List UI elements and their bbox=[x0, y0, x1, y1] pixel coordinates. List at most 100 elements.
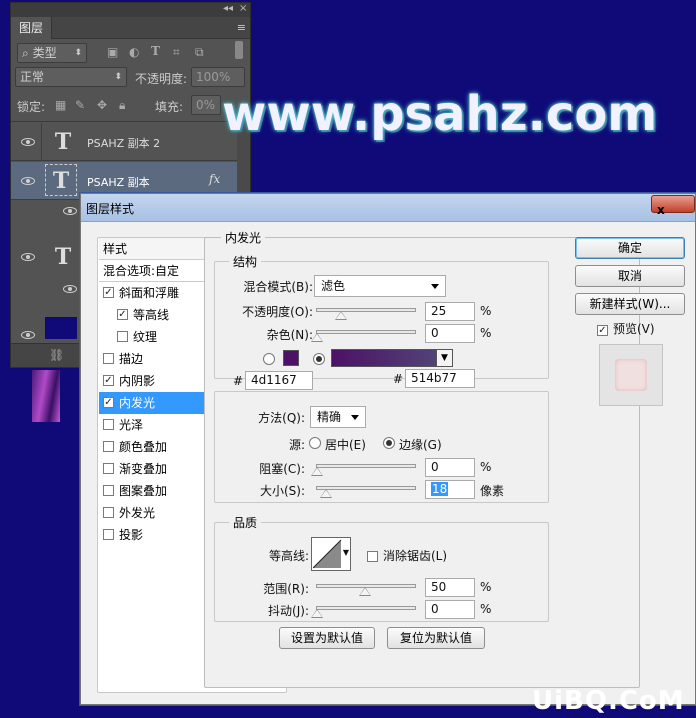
opacity-slider-knob[interactable] bbox=[335, 311, 347, 320]
color-hex-input[interactable]: 4d1167 bbox=[245, 371, 313, 390]
smartobject-filter-icon[interactable]: ⧉ bbox=[195, 45, 204, 60]
visibility-eye-icon[interactable] bbox=[21, 331, 35, 339]
style-item-label: 外发光 bbox=[119, 506, 156, 520]
jitter-slider-knob[interactable] bbox=[311, 609, 323, 618]
opacity-label: 不透明度(O): bbox=[242, 305, 313, 319]
gradient-radio[interactable] bbox=[313, 353, 325, 365]
glow-color-swatch[interactable] bbox=[283, 350, 299, 366]
close-panel-icon[interactable]: × bbox=[239, 3, 247, 14]
fx-icon[interactable]: fx bbox=[209, 172, 220, 186]
source-label: 源: bbox=[288, 438, 305, 452]
contour-picker[interactable]: ▼ bbox=[311, 537, 351, 571]
style-item-label: 纹理 bbox=[133, 330, 158, 344]
lock-paint-icon[interactable]: ✎ bbox=[75, 98, 85, 112]
style-checkbox[interactable] bbox=[103, 353, 114, 364]
style-item-label: 颜色叠加 bbox=[119, 440, 168, 454]
size-value: 18 bbox=[431, 482, 449, 496]
choke-slider-knob[interactable] bbox=[311, 467, 323, 476]
lock-all-icon[interactable]: 🔒︎ bbox=[119, 98, 125, 113]
reset-default-button[interactable]: 复位为默认值 bbox=[387, 627, 485, 649]
layer-filter-select[interactable]: ⌕ 类型 ⬍ bbox=[17, 43, 87, 63]
visibility-eye-icon[interactable] bbox=[21, 177, 35, 185]
filter-toggle[interactable] bbox=[235, 41, 243, 59]
blend-mode-value: 滤色 bbox=[321, 279, 346, 293]
noise-input[interactable]: 0 bbox=[425, 324, 475, 343]
make-default-button[interactable]: 设置为默认值 bbox=[279, 627, 375, 649]
fill-input[interactable]: 0% bbox=[191, 95, 221, 115]
canvas-artwork-fragment bbox=[32, 370, 60, 422]
style-item-label: 光泽 bbox=[119, 418, 144, 432]
size-input[interactable]: 18 bbox=[425, 480, 475, 499]
opacity-input[interactable]: 25 bbox=[425, 302, 475, 321]
blend-mode-select[interactable]: 正常 ⬍ bbox=[15, 67, 127, 87]
collapse-icon[interactable]: ◂◂ bbox=[223, 3, 233, 14]
preview-checkbox[interactable]: ✓ bbox=[597, 325, 608, 336]
percent-unit: % bbox=[480, 580, 492, 594]
range-slider-knob[interactable] bbox=[359, 587, 371, 596]
link-layers-icon[interactable]: ⛓︎ bbox=[49, 348, 64, 362]
style-checkbox[interactable]: ✓ bbox=[103, 375, 114, 386]
close-button[interactable]: x bbox=[651, 195, 695, 217]
text-filter-icon[interactable]: T bbox=[151, 44, 160, 58]
antialias-checkbox[interactable] bbox=[367, 551, 378, 562]
gradient-swatch[interactable]: ▼ bbox=[331, 349, 453, 367]
percent-unit: % bbox=[480, 460, 492, 474]
cancel-button[interactable]: 取消 bbox=[575, 265, 685, 287]
range-input[interactable]: 50 bbox=[425, 578, 475, 597]
technique-dropdown[interactable]: 精确 bbox=[310, 406, 366, 428]
preview-label[interactable]: 预览(V) bbox=[613, 320, 655, 337]
source-edge-radio[interactable] bbox=[383, 437, 395, 449]
style-item-label: 等高线 bbox=[133, 308, 170, 322]
size-slider-knob[interactable] bbox=[320, 489, 332, 498]
image-filter-icon[interactable]: ▣ bbox=[107, 45, 118, 59]
layer-name: PSAHZ 副本 2 bbox=[87, 137, 161, 150]
effects-eye-icon[interactable] bbox=[63, 207, 77, 215]
gradient-hex-input[interactable]: 514b77 bbox=[405, 369, 475, 388]
style-checkbox[interactable] bbox=[103, 463, 114, 474]
lock-move-icon[interactable]: ✥ bbox=[97, 98, 107, 112]
ok-button[interactable]: 确定 bbox=[575, 237, 685, 259]
source-center-radio[interactable] bbox=[309, 437, 321, 449]
style-checkbox[interactable]: ✓ bbox=[103, 397, 114, 408]
lock-transparent-icon[interactable]: ▦ bbox=[55, 98, 66, 112]
visibility-eye-icon[interactable] bbox=[21, 138, 35, 146]
style-checkbox[interactable] bbox=[103, 441, 114, 452]
size-unit: 像素 bbox=[480, 484, 505, 498]
style-checkbox[interactable] bbox=[103, 529, 114, 540]
dialog-titlebar[interactable]: 图层样式 x bbox=[81, 194, 695, 222]
layer-thumbnail bbox=[45, 317, 77, 339]
effects-eye-icon[interactable] bbox=[63, 285, 77, 293]
antialias-label[interactable]: 消除锯齿(L) bbox=[383, 547, 447, 564]
visibility-eye-icon[interactable] bbox=[21, 253, 35, 261]
choke-slider[interactable] bbox=[316, 464, 416, 468]
style-checkbox[interactable]: ✓ bbox=[117, 309, 128, 320]
tab-layers[interactable]: 图层 bbox=[11, 17, 53, 39]
blend-mode-dropdown[interactable]: 滤色 bbox=[314, 275, 446, 297]
style-checkbox[interactable] bbox=[103, 507, 114, 518]
shape-filter-icon[interactable]: ⌗ bbox=[173, 45, 180, 60]
noise-slider[interactable] bbox=[316, 330, 416, 334]
opacity-input[interactable]: 100% bbox=[191, 67, 245, 87]
source-center-label[interactable]: 居中(E) bbox=[325, 436, 366, 453]
contour-label: 等高线: bbox=[268, 549, 309, 563]
style-checkbox[interactable] bbox=[103, 485, 114, 496]
noise-slider-knob[interactable] bbox=[311, 333, 323, 342]
gradient-dropdown-icon[interactable]: ▼ bbox=[436, 350, 452, 366]
jitter-input[interactable]: 0 bbox=[425, 600, 475, 619]
chevron-down-icon: ▼ bbox=[342, 548, 349, 557]
style-checkbox[interactable]: ✓ bbox=[103, 287, 114, 298]
jitter-slider[interactable] bbox=[316, 606, 416, 610]
new-style-button[interactable]: 新建样式(W)... bbox=[575, 293, 685, 315]
panel-tab-row: 图层 ≡ bbox=[11, 17, 250, 39]
filter-label: 类型 bbox=[32, 46, 57, 60]
solid-color-radio[interactable] bbox=[263, 353, 275, 365]
style-checkbox[interactable] bbox=[117, 331, 128, 342]
adjust-filter-icon[interactable]: ◐ bbox=[129, 45, 139, 59]
source-edge-label[interactable]: 边缘(G) bbox=[399, 436, 442, 453]
layer-row[interactable]: T PSAHZ 副本 2 bbox=[11, 123, 237, 161]
panel-menu-icon[interactable]: ≡ bbox=[237, 21, 246, 34]
opacity-slider[interactable] bbox=[316, 308, 416, 312]
choke-input[interactable]: 0 bbox=[425, 458, 475, 477]
style-checkbox[interactable] bbox=[103, 419, 114, 430]
technique-label: 方法(Q): bbox=[258, 411, 305, 425]
